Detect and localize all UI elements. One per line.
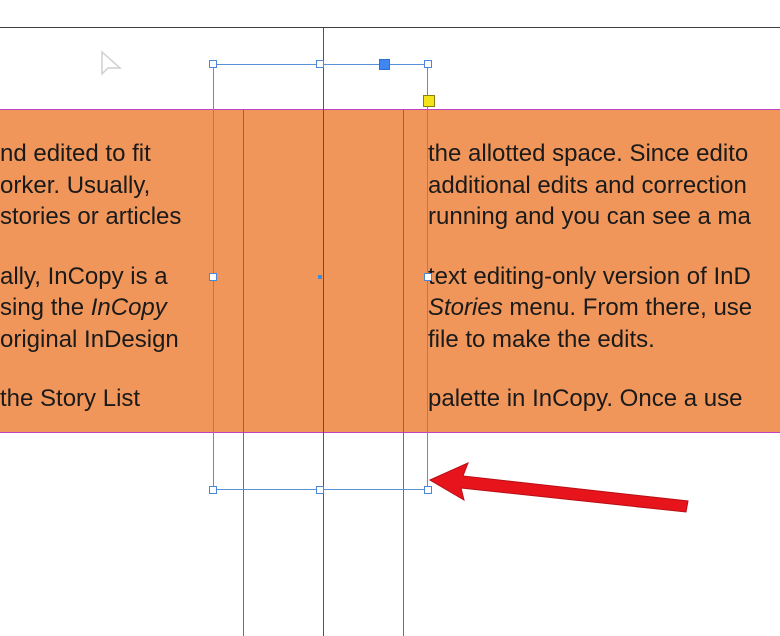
red-arrow-icon	[428, 462, 689, 513]
